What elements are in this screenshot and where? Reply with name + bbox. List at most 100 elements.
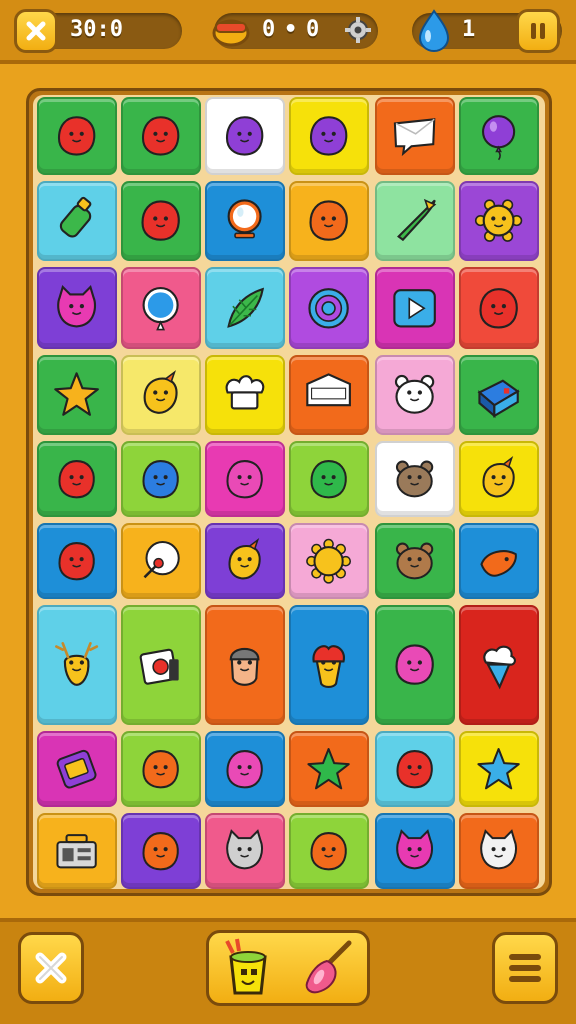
- tile-red-blob[interactable]: [37, 97, 117, 175]
- tile-sun[interactable]: [289, 523, 369, 599]
- pink-blob-icon: [226, 749, 264, 789]
- tile-brown-bear[interactable]: [375, 523, 455, 599]
- tile-balloon[interactable]: [459, 97, 539, 175]
- camera-icon: [140, 649, 180, 686]
- red-blob-icon: [58, 116, 96, 156]
- tile-pink-blob[interactable]: [375, 605, 455, 725]
- tile-blue-box[interactable]: [459, 355, 539, 435]
- tile-yellow-bird[interactable]: [459, 441, 539, 517]
- blue-box-icon: [477, 379, 521, 419]
- tile-flame-face[interactable]: [289, 605, 369, 725]
- blue-blob-icon: [142, 459, 180, 499]
- tile-red-blob[interactable]: [121, 97, 201, 175]
- tile-star[interactable]: [37, 355, 117, 435]
- drops-value: 1: [462, 17, 476, 42]
- tile-yellow-bird[interactable]: [121, 355, 201, 435]
- tile-sun-face[interactable]: [459, 181, 539, 261]
- tile-orange-blob[interactable]: [289, 181, 369, 261]
- pink-blob-icon: [395, 644, 435, 686]
- pause-button[interactable]: [516, 9, 560, 53]
- close-button-bottom[interactable]: [18, 932, 84, 1004]
- orange-blob-icon: [142, 831, 180, 871]
- leaf-icon: [227, 287, 265, 328]
- paint-bucket-icon[interactable]: [219, 937, 277, 999]
- tile-bear[interactable]: [375, 441, 455, 517]
- orange-blob-icon: [310, 831, 348, 871]
- tile-purple-blob[interactable]: [289, 97, 369, 175]
- purple-blob-icon: [310, 116, 348, 156]
- tile-camera[interactable]: [121, 605, 201, 725]
- menu-button[interactable]: [492, 932, 558, 1004]
- yellow-bird-icon: [482, 455, 516, 498]
- tile-yellow-bird[interactable]: [205, 523, 285, 599]
- tile-leaf[interactable]: [205, 267, 285, 349]
- tile-target[interactable]: [289, 267, 369, 349]
- tile-blue-blob[interactable]: [121, 441, 201, 517]
- rocket-icon: [397, 199, 437, 242]
- chat-bubble-icon: [394, 118, 436, 157]
- tile-pink-cat[interactable]: [37, 267, 117, 349]
- ice-cream-icon: [483, 646, 517, 690]
- bear-icon: [396, 460, 434, 498]
- chef-hat-icon: [225, 375, 265, 410]
- tile-sign[interactable]: [289, 355, 369, 435]
- tile-orange-blob[interactable]: [289, 813, 369, 889]
- green-star-icon: [307, 747, 351, 790]
- brush-icon[interactable]: [297, 937, 357, 999]
- tile-grey-cat[interactable]: [205, 813, 285, 889]
- tile-phone-card[interactable]: [37, 731, 117, 807]
- red-blob-icon: [479, 287, 519, 329]
- tile-blue-balloon[interactable]: [121, 267, 201, 349]
- tile-green-blob[interactable]: [289, 441, 369, 517]
- tile-purple-blob[interactable]: [205, 97, 285, 175]
- middle-counter-left: 0: [262, 17, 276, 42]
- close-icon: [35, 952, 67, 984]
- yellow-bird-icon: [228, 537, 262, 580]
- tile-orange-blob[interactable]: [121, 731, 201, 807]
- pause-icon: [531, 23, 545, 39]
- tile-mirror[interactable]: [205, 181, 285, 261]
- radio-icon: [56, 833, 98, 869]
- tile-ice-cream[interactable]: [459, 605, 539, 725]
- target-icon: [308, 287, 350, 329]
- orange-fish-icon: [480, 550, 518, 577]
- tile-red-blob[interactable]: [375, 731, 455, 807]
- tile-radio[interactable]: [37, 813, 117, 889]
- tile-polar-bear[interactable]: [375, 355, 455, 435]
- grey-cat-icon: [226, 828, 264, 870]
- tile-orange-blob[interactable]: [121, 813, 201, 889]
- sun-icon: [306, 538, 352, 584]
- close-button[interactable]: [14, 9, 58, 53]
- face-icon: [230, 648, 260, 687]
- tile-red-blob[interactable]: [121, 181, 201, 261]
- green-blob-icon: [310, 459, 348, 499]
- tile-chat-bubble[interactable]: [375, 97, 455, 175]
- tile-green-bottle[interactable]: [37, 181, 117, 261]
- brown-bear-icon: [396, 542, 434, 580]
- tile-red-blob[interactable]: [459, 267, 539, 349]
- tile-pin[interactable]: [121, 523, 201, 599]
- tile-pink-blob[interactable]: [205, 441, 285, 517]
- star-icon: [54, 372, 100, 417]
- white-cat-icon: [480, 828, 518, 870]
- tile-green-star[interactable]: [289, 731, 369, 807]
- tile-pink-blob[interactable]: [205, 731, 285, 807]
- red-blob-icon: [58, 541, 96, 581]
- tile-rocket[interactable]: [375, 181, 455, 261]
- tile-pink-cat[interactable]: [375, 813, 455, 889]
- tile-blue-star[interactable]: [459, 731, 539, 807]
- phone-card-icon: [57, 749, 97, 789]
- tile-chef-hat[interactable]: [205, 355, 285, 435]
- orange-blob-icon: [142, 749, 180, 789]
- tile-face[interactable]: [205, 605, 285, 725]
- balloon-icon: [482, 115, 516, 161]
- mirror-icon: [227, 199, 263, 239]
- gear-icon[interactable]: [344, 16, 372, 44]
- tile-play-button[interactable]: [375, 267, 455, 349]
- tile-orange-fish[interactable]: [459, 523, 539, 599]
- tile-white-cat[interactable]: [459, 813, 539, 889]
- tile-red-blob[interactable]: [37, 441, 117, 517]
- tile-red-blob[interactable]: [37, 523, 117, 599]
- pin-icon: [143, 540, 181, 579]
- tile-deer[interactable]: [37, 605, 117, 725]
